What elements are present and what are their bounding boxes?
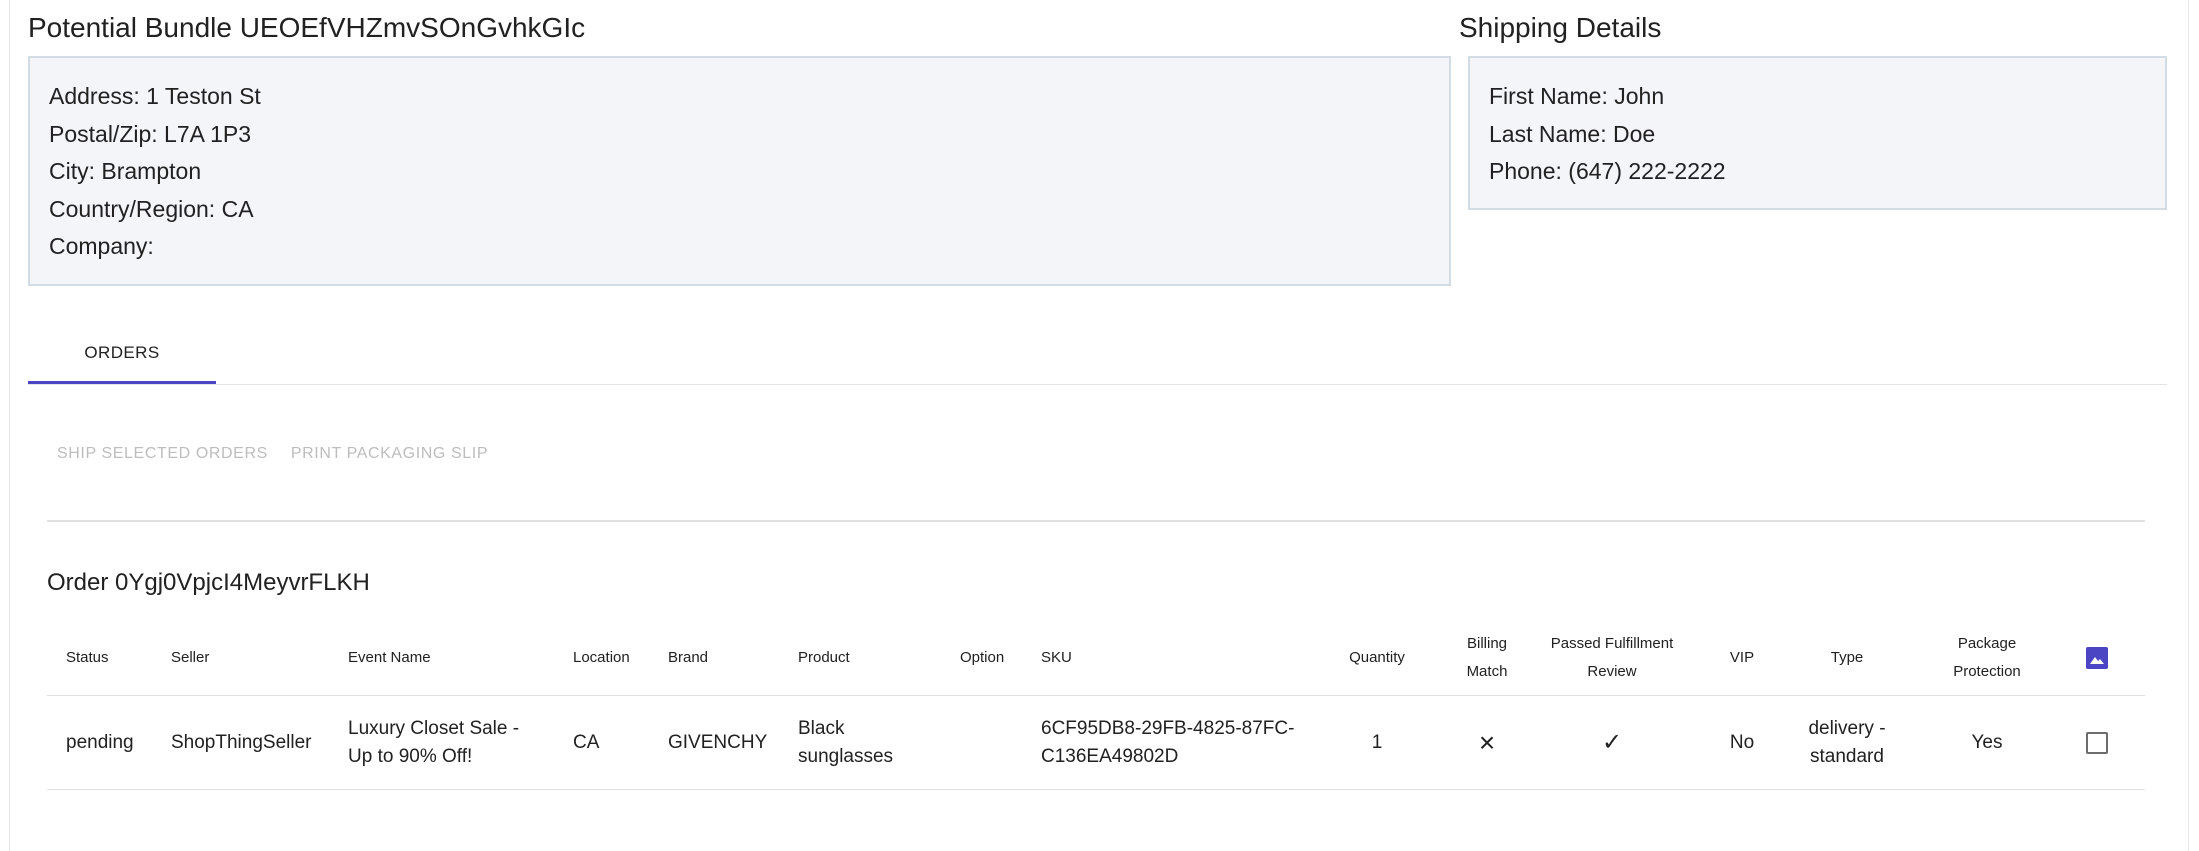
city-line: City: Brampton (49, 158, 202, 184)
col-billing-match: Billing Match (1442, 620, 1532, 695)
row-select-checkbox[interactable] (2086, 731, 2108, 754)
billing-match-x-icon: × (1478, 726, 1496, 758)
cell-type-line1: delivery - (1808, 717, 1886, 739)
cell-select (2080, 696, 2114, 789)
address-line: Address: 1 Teston St (49, 83, 261, 109)
cell-package-protection: Yes (1971, 731, 2003, 753)
bundle-title: Potential Bundle UEOEfVHZmvSOnGvhkGIc (28, 12, 586, 43)
print-packaging-slip-button[interactable]: PRINT PACKAGING SLIP (281, 439, 498, 469)
cell-brand: GIVENCHY (668, 731, 768, 753)
cell-product: Black sunglasses (798, 696, 893, 789)
cell-product-line1: Black (798, 717, 845, 739)
cell-type: delivery - standard (1787, 696, 1907, 789)
order-actions: SHIP SELECTED ORDERS PRINT PACKAGING SLI… (47, 439, 498, 469)
page-frame-right (2188, 0, 2189, 851)
cell-status: pending (66, 731, 134, 753)
col-brand: Brand (668, 648, 709, 666)
col-passed-fulfillment-review: Passed Fulfillment Review (1537, 620, 1687, 695)
country-line: Country/Region: CA (49, 195, 254, 222)
col-package-protection-line2: Protection (1953, 662, 2021, 680)
company-line: Company: (49, 233, 154, 259)
shipping-title: Shipping Details (1459, 12, 1662, 43)
col-passed-review-line1: Passed Fulfillment (1550, 634, 1674, 652)
section-divider (47, 520, 2145, 522)
order-title: Order 0Ygj0VpjcI4MeyvrFLKH (47, 569, 370, 596)
col-sku: SKU (1041, 648, 1072, 666)
col-quantity: Quantity (1349, 648, 1405, 666)
cell-product-line2: sunglasses (798, 745, 894, 767)
image-icon[interactable] (2086, 646, 2108, 669)
col-product: Product (798, 648, 850, 666)
col-seller: Seller (171, 648, 210, 666)
col-package-protection-line1: Package (1957, 634, 2017, 652)
col-billing-match-line1: Billing (1466, 634, 1508, 652)
col-status: Status (66, 648, 109, 666)
orders-table-header: Status Seller Event Name Location Brand … (47, 620, 2145, 696)
cell-event-name-line2: Up to 90% Off! (348, 745, 473, 767)
ship-selected-orders-button[interactable]: SHIP SELECTED ORDERS (47, 439, 278, 469)
col-event-name: Event Name (348, 648, 431, 666)
col-location: Location (573, 648, 630, 666)
col-image (2080, 620, 2114, 695)
last-name-line: Last Name: Doe (1489, 120, 1656, 147)
cell-vip: No (1729, 731, 1755, 753)
image-icon-glyph (2090, 656, 2104, 664)
cell-sku-line1: 6CF95DB8-29FB-4825-87FC- (1041, 717, 1295, 739)
cell-quantity: 1 (1371, 731, 1383, 753)
tab-orders[interactable]: ORDERS (28, 322, 216, 384)
cell-event-name-line1: Luxury Closet Sale - (348, 717, 520, 739)
tab-active-indicator (28, 381, 216, 384)
col-passed-review-line2: Review (1587, 662, 1637, 680)
cell-event-name: Luxury Closet Sale - Up to 90% Off! (348, 696, 519, 789)
first-name-line: First Name: John (1489, 83, 1665, 109)
col-vip: VIP (1729, 648, 1755, 666)
cell-type-line2: standard (1810, 745, 1884, 767)
phone-line: Phone: (647) 222-2222 (1489, 158, 1726, 184)
passed-review-check-icon: ✓ (1601, 728, 1623, 756)
col-billing-match-line2: Match (1466, 662, 1508, 680)
col-option: Option (960, 648, 1005, 666)
cell-sku: 6CF95DB8-29FB-4825-87FC- C136EA49802D (1041, 696, 1294, 789)
bundle-address-card: Address: 1 Teston St Postal/Zip: L7A 1P3… (28, 56, 1451, 286)
cell-sku-line2: C136EA49802D (1041, 745, 1179, 767)
postal-line: Postal/Zip: L7A 1P3 (49, 120, 252, 147)
cell-seller: ShopThingSeller (171, 731, 312, 753)
col-package-protection: Package Protection (1937, 620, 2037, 695)
col-type: Type (1830, 648, 1864, 666)
table-row: pending ShopThingSeller Luxury Closet Sa… (47, 696, 2145, 790)
tab-bar: ORDERS (28, 322, 2167, 385)
page-frame-left (9, 0, 10, 851)
cell-location: CA (573, 731, 600, 753)
shipping-details-card: First Name: John Last Name: Doe Phone: (… (1468, 56, 2167, 210)
